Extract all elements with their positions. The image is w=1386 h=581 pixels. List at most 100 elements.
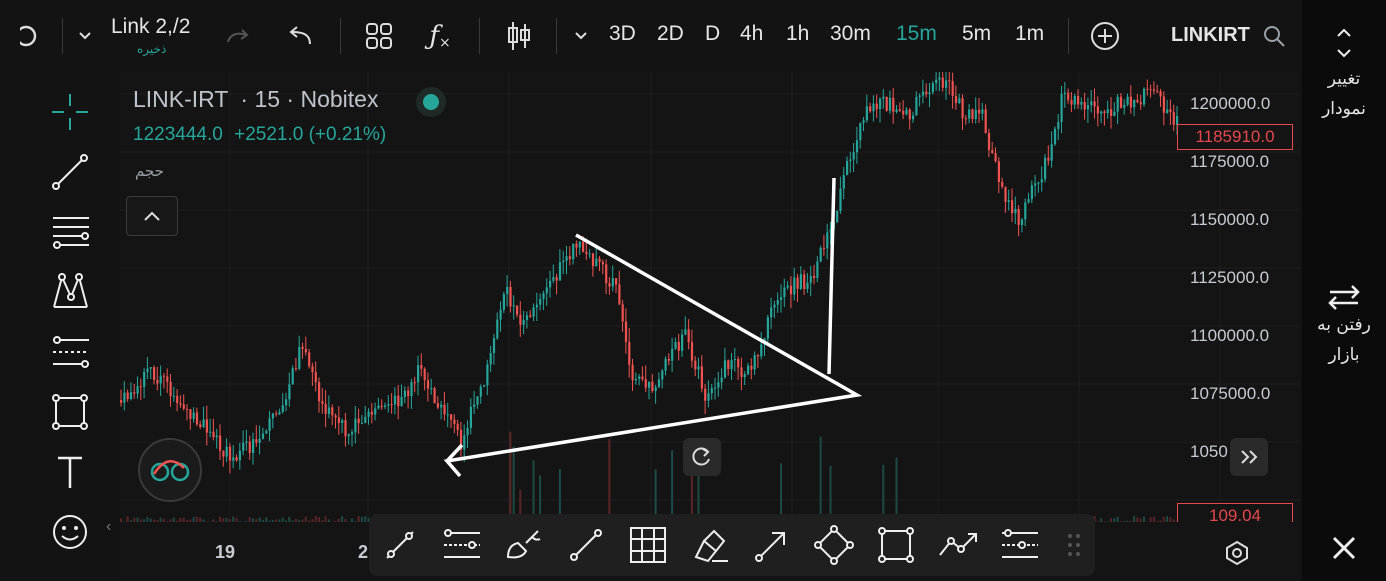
interval-dropdown-chevron-icon[interactable] (570, 0, 592, 72)
candle-body (1119, 96, 1123, 108)
undo-icon[interactable] (284, 0, 316, 72)
chart-settings-icon[interactable] (1224, 540, 1250, 571)
close-icon[interactable] (1330, 534, 1360, 564)
collapse-legend-button[interactable] (126, 196, 178, 236)
candle-body (740, 367, 743, 378)
legend-symbol[interactable]: LINK-IRT (133, 86, 228, 112)
candlestick-type-icon[interactable] (502, 0, 536, 72)
timeframe-30m[interactable]: 30m (830, 22, 871, 46)
grid-icon[interactable] (625, 522, 671, 568)
candle-body (951, 81, 954, 96)
candle-body (595, 258, 598, 267)
candle-body (410, 382, 413, 397)
candle-body (403, 390, 406, 397)
candle-body (268, 418, 271, 431)
segment-icon[interactable] (563, 522, 609, 568)
candle-body (384, 405, 387, 407)
candle-body (555, 277, 558, 281)
candle-body (1001, 182, 1004, 187)
collapse-toolbar-icon[interactable]: ‹ (106, 518, 111, 536)
layouts-grid-icon[interactable] (362, 0, 396, 72)
redo-icon[interactable] (222, 0, 254, 72)
goto-market-button[interactable]: رفتن به بازار (1302, 280, 1386, 380)
candle-body (981, 109, 984, 114)
search-icon[interactable] (1260, 0, 1288, 72)
candle-body (793, 277, 796, 295)
candle-body (512, 305, 515, 307)
timeframe-d[interactable]: D (705, 22, 720, 46)
emoji-icon[interactable] (46, 508, 94, 556)
candle-body (1030, 185, 1033, 200)
candle-body (902, 110, 905, 115)
text-icon[interactable] (46, 448, 94, 496)
candle-body (799, 274, 802, 289)
timeframe-15m[interactable]: 15m (896, 22, 937, 46)
candle-body (641, 376, 644, 380)
candle-body (568, 256, 571, 260)
candle-body (608, 283, 611, 287)
candle-body (446, 414, 449, 416)
candle-body (1070, 100, 1073, 105)
rectangle-icon[interactable] (46, 388, 94, 436)
candle-body (921, 91, 925, 96)
candle-body (898, 109, 901, 111)
candle-body (849, 159, 852, 161)
indicator-logo[interactable] (138, 438, 202, 502)
brush-icon[interactable] (501, 522, 547, 568)
candle-body (822, 247, 826, 249)
goto-market-label-line2: بازار (1328, 345, 1360, 365)
highlighter-icon[interactable] (687, 522, 733, 568)
compare-add-icon[interactable] (1088, 0, 1122, 72)
prediction-icon[interactable] (46, 328, 94, 376)
candle-body (275, 413, 278, 415)
candle-body (601, 262, 604, 265)
line-tool-icon[interactable] (377, 522, 423, 568)
arrow-icon[interactable] (749, 522, 795, 568)
trend-line-icon[interactable] (46, 148, 94, 196)
candle-body (938, 77, 941, 80)
time-axis-label: 19 (215, 542, 236, 562)
path-icon[interactable] (935, 522, 981, 568)
candle-body (552, 277, 555, 281)
layout-name[interactable]: Link 2,/2 (111, 15, 190, 39)
candle-body (149, 367, 152, 369)
candle-body (789, 285, 793, 295)
candle-body (186, 408, 189, 410)
drag-handle-icon[interactable] (1059, 522, 1089, 568)
save-status[interactable]: ذخیره (137, 42, 166, 56)
candle-body (697, 366, 700, 370)
crosshair-icon[interactable] (46, 88, 94, 136)
candle-body (318, 382, 321, 402)
candle-body (367, 411, 370, 417)
candle-body (539, 298, 542, 305)
timeframe-2d[interactable]: 2D (657, 22, 684, 46)
chevron-down-icon[interactable] (72, 0, 98, 72)
candle-body (766, 317, 769, 339)
candle-body (974, 109, 977, 120)
candle-body (219, 435, 222, 451)
parallel-channel-icon[interactable] (439, 522, 485, 568)
fib-retracement-icon[interactable] (46, 208, 94, 256)
candle-body (334, 415, 337, 418)
polygon-icon[interactable] (811, 522, 857, 568)
timeframe-4h[interactable]: 4h (740, 22, 763, 46)
timeframe-5m[interactable]: 5m (962, 22, 991, 46)
timeframe-1h[interactable]: 1h (786, 22, 809, 46)
swap-vertical-icon (1334, 26, 1354, 65)
pattern-icon[interactable] (46, 268, 94, 316)
levels-icon[interactable] (997, 522, 1043, 568)
change-chart-button[interactable]: تغییر نمودار (1302, 22, 1386, 132)
candle-body (205, 419, 208, 433)
timeframe-3d[interactable]: 3D (609, 22, 636, 46)
reset-chart-button[interactable] (683, 438, 721, 476)
candle-body (1080, 101, 1083, 105)
scroll-to-realtime-button[interactable] (1230, 438, 1268, 476)
settings-gear-icon[interactable] (18, 0, 44, 72)
square-icon[interactable] (873, 522, 919, 568)
timeframe-1m[interactable]: 1m (1015, 22, 1044, 46)
indicators-fx-icon[interactable]: ƒ × (424, 0, 456, 72)
candle-body (720, 377, 723, 383)
volume-bar (532, 460, 535, 522)
candle-body (423, 368, 426, 381)
symbol-search-label[interactable]: LINKIRT (1171, 24, 1250, 47)
